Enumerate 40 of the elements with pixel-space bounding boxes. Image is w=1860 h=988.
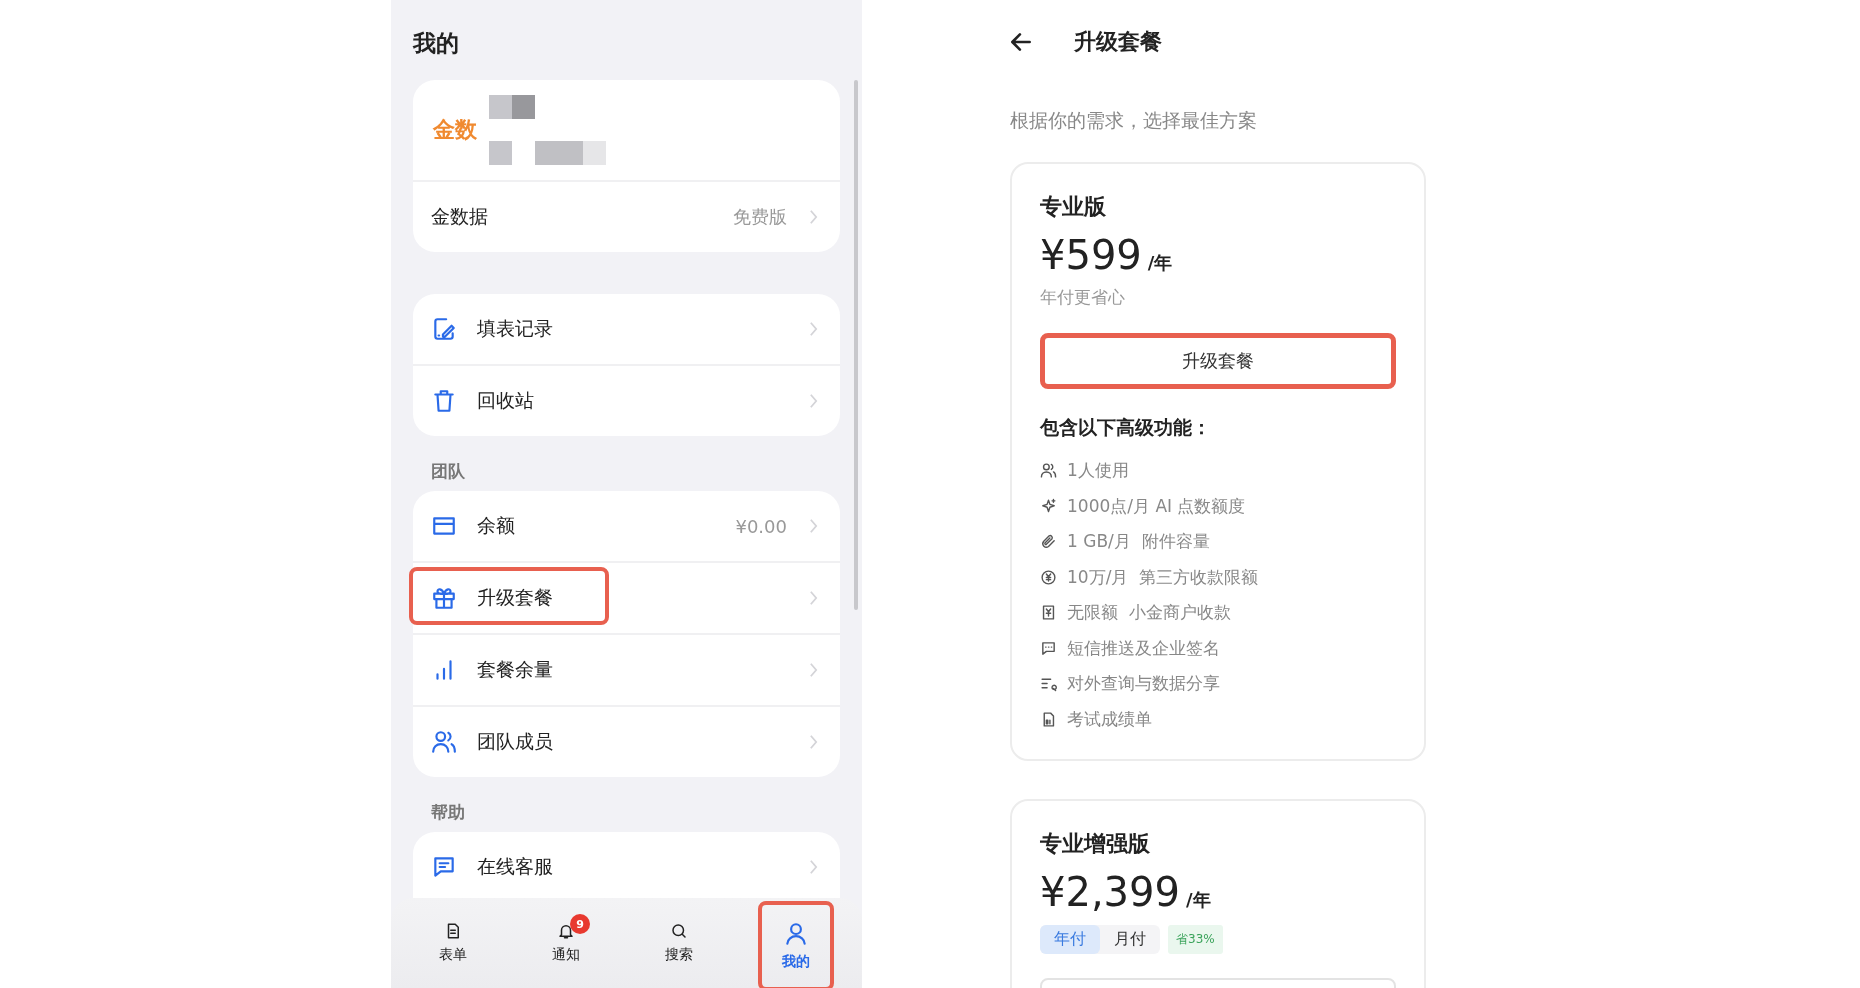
page-title: 我的 (413, 29, 460, 58)
section-heading: 帮助 (430, 801, 466, 824)
tab[interactable]: 我的 (757, 901, 834, 988)
menu-item[interactable]: 在线客服 (413, 832, 840, 902)
discount-badge: 省33% (1168, 925, 1223, 954)
logo: 金数 (433, 116, 477, 144)
menu-item[interactable]: 填表记录 (413, 294, 840, 364)
menu-item[interactable]: 回收站 (413, 364, 840, 436)
menu-item[interactable]: 金数据 免费版 (413, 180, 840, 252)
feature-text: 10万/月 第三方收款限额 (1067, 565, 1259, 589)
tab[interactable]: 搜索 (644, 910, 713, 976)
features-heading: 包含以下高级功能： (1040, 415, 1212, 440)
feature-text: 对外查询与数据分享 (1067, 672, 1220, 696)
price: ¥599 (1040, 232, 1142, 278)
page-title: 升级套餐 (1074, 28, 1162, 56)
tab[interactable]: 9 通知 (532, 910, 601, 976)
upgrade-button[interactable]: 升级套餐 (1040, 333, 1396, 389)
feature-text: 考试成绩单 (1067, 707, 1152, 731)
price-note: 年付更省心 (1040, 286, 1126, 309)
feature-text: 1 GB/月 附件容量 (1067, 530, 1210, 554)
subtitle: 根据你的需求，选择最佳方案 (1009, 108, 1258, 133)
section-heading: 团队 (430, 460, 466, 483)
feature-text: 无限额 小金商户收款 (1067, 601, 1231, 625)
feature-text: 1人使用 (1067, 459, 1129, 483)
tab[interactable]: 表单 (419, 910, 488, 976)
notification-badge: 9 (570, 914, 591, 934)
menu-item[interactable]: 套餐余量 (413, 633, 840, 705)
feature-text: 短信推送及企业签名 (1067, 636, 1220, 660)
menu-item[interactable]: 团队成员 (413, 705, 840, 777)
billing-option[interactable]: 月付 (1100, 925, 1160, 954)
plan-name: 专业版 (1040, 193, 1107, 221)
menu-item[interactable]: 升级套餐 (413, 561, 840, 633)
menu-item[interactable]: 余额 ¥0.00 (413, 491, 840, 561)
plan-name: 专业增强版 (1040, 830, 1151, 858)
feature-text: 1000点/月 AI 点数额度 (1067, 494, 1246, 518)
price: ¥2,399 (1040, 869, 1180, 915)
balance-value: ¥0.00 (735, 515, 787, 537)
plan-value: 免费版 (733, 205, 787, 229)
price-unit: /年 (1147, 251, 1173, 275)
price-unit: /年 (1185, 888, 1211, 912)
